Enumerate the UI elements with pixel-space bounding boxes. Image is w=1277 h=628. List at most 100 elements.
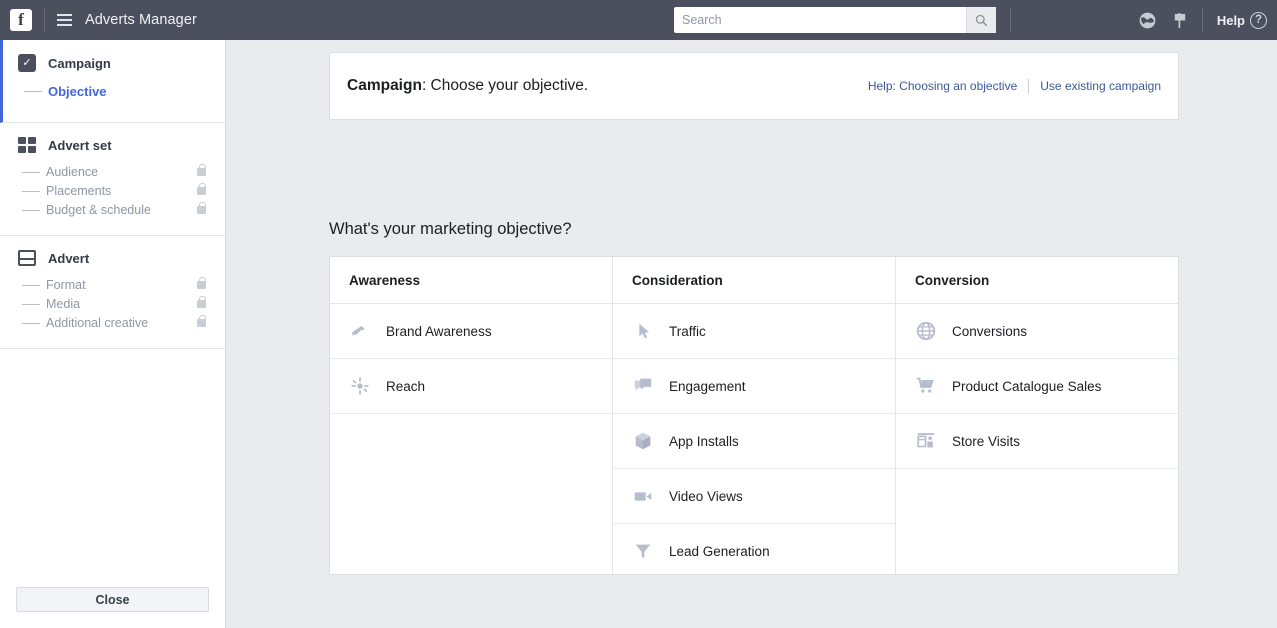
checkbox-checked-icon: ✓ [18, 54, 36, 72]
lock-icon [197, 164, 206, 176]
objective-app-installs[interactable]: App Installs [613, 414, 895, 469]
objective-conversions[interactable]: Conversions [896, 304, 1178, 359]
hamburger-menu-icon[interactable] [57, 14, 72, 26]
advert-layout-icon [18, 250, 36, 266]
help-button[interactable]: Help ? [1216, 11, 1267, 29]
facebook-logo[interactable]: f [10, 9, 32, 31]
cube-icon [632, 430, 654, 452]
flag-icon[interactable] [1171, 11, 1188, 30]
objectives-table: Awareness Brand Awareness Reach Consider… [329, 256, 1179, 579]
tree-connector [22, 303, 40, 305]
globe-icon[interactable] [1138, 11, 1157, 30]
objective-label: Product Catalogue Sales [952, 378, 1102, 394]
lock-icon [197, 296, 206, 308]
sidebar-sublist: Audience Placements Budget & schedule [0, 163, 225, 235]
objective-video-views[interactable]: Video Views [613, 469, 895, 524]
objective-label: Engagement [669, 378, 746, 394]
cursor-icon [632, 320, 654, 342]
sidebar-block-title: Campaign [48, 55, 111, 71]
objective-reach[interactable]: Reach [330, 359, 612, 414]
sidebar-item-label: Additional creative [46, 316, 149, 330]
page-title: What's your marketing objective? [329, 220, 572, 238]
use-existing-campaign-link[interactable]: Use existing campaign [1040, 79, 1161, 93]
sidebar-item-audience[interactable]: Audience [0, 163, 225, 181]
objective-label: Conversions [952, 323, 1028, 339]
sidebar-item-objective[interactable]: Objective [3, 82, 225, 100]
tree-connector [22, 190, 40, 192]
divider [1028, 78, 1030, 94]
sidebar-item-label: Format [46, 278, 86, 292]
grid-icon [18, 137, 36, 153]
sidebar-item-budget-schedule[interactable]: Budget & schedule [0, 201, 225, 219]
objective-column-conversion: Conversion Conversions Product Catalogue… [896, 257, 1178, 574]
sidebar-item-advert[interactable]: Advert [0, 236, 225, 276]
objective-traffic[interactable]: Traffic [613, 304, 895, 359]
top-bar-right-actions: Help ? [1138, 0, 1267, 40]
search-bar[interactable] [674, 7, 996, 33]
sidebar: ✓ Campaign Objective Advert set Audience… [0, 40, 226, 628]
sidebar-block-advert: Advert Format Media Additional creative [0, 236, 225, 349]
column-header: Conversion [896, 257, 1178, 304]
objective-label: Traffic [669, 323, 706, 339]
objective-label: Lead Generation [669, 543, 770, 559]
sidebar-footer: Close [0, 587, 225, 628]
sidebar-item-label: Placements [46, 184, 112, 198]
main-content: Campaign: Choose your objective. Help: C… [226, 40, 1277, 628]
globe-icon [915, 320, 937, 342]
sidebar-item-media[interactable]: Media [0, 295, 225, 313]
sidebar-block-advert-set: Advert set Audience Placements Budget & … [0, 123, 225, 236]
tree-connector [22, 322, 40, 324]
divider [44, 8, 45, 32]
app-title: Adverts Manager [85, 12, 197, 28]
page-body: ✓ Campaign Objective Advert set Audience… [0, 40, 1277, 628]
campaign-label: Campaign [347, 77, 422, 94]
campaign-header-panel: Campaign: Choose your objective. Help: C… [329, 52, 1179, 120]
sidebar-block-title: Advert set [48, 137, 112, 153]
sidebar-item-format[interactable]: Format [0, 276, 225, 294]
objective-lead-generation[interactable]: Lead Generation [613, 524, 895, 579]
speech-bubbles-icon [632, 375, 654, 397]
sidebar-item-campaign[interactable]: ✓ Campaign [3, 40, 225, 82]
tree-connector [22, 171, 40, 173]
video-camera-icon [632, 485, 654, 507]
objective-label: Video Views [669, 488, 743, 504]
divider [1010, 8, 1011, 32]
objective-label: Brand Awareness [386, 323, 492, 339]
sidebar-sublist: Format Media Additional creative [0, 276, 225, 348]
tree-connector [22, 284, 40, 286]
top-navigation-bar: f Adverts Manager Help [0, 0, 1277, 40]
objective-label: Store Visits [952, 433, 1021, 449]
objective-label: Reach [386, 378, 426, 394]
campaign-header-links: Help: Choosing an objective Use existing… [868, 78, 1161, 94]
objective-product-catalogue-sales[interactable]: Product Catalogue Sales [896, 359, 1178, 414]
column-header: Consideration [613, 257, 895, 304]
column-header: Awareness [330, 257, 612, 304]
sidebar-item-additional-creative[interactable]: Additional creative [0, 314, 225, 332]
objective-column-awareness: Awareness Brand Awareness Reach [330, 257, 613, 574]
question-mark-icon: ? [1250, 11, 1267, 29]
objective-store-visits[interactable]: Store Visits [896, 414, 1178, 469]
objective-brand-awareness[interactable]: Brand Awareness [330, 304, 612, 359]
megaphone-icon [349, 320, 371, 342]
storefront-icon [915, 430, 937, 452]
sidebar-item-label: Media [46, 297, 81, 311]
tree-connector [22, 209, 40, 211]
lock-icon [197, 202, 206, 214]
objective-engagement[interactable]: Engagement [613, 359, 895, 414]
help-label: Help [1216, 12, 1245, 28]
help-choosing-objective-link[interactable]: Help: Choosing an objective [868, 79, 1017, 93]
close-button[interactable]: Close [16, 587, 209, 612]
sidebar-block-title: Advert [48, 250, 90, 266]
lock-icon [197, 315, 206, 327]
sidebar-item-placements[interactable]: Placements [0, 182, 225, 200]
funnel-icon [632, 540, 654, 562]
objective-label: App Installs [669, 433, 739, 449]
sidebar-item-advert-set[interactable]: Advert set [0, 123, 225, 163]
campaign-header-title: Campaign: Choose your objective. [347, 77, 588, 95]
sidebar-item-label: Objective [48, 83, 107, 99]
search-input[interactable] [674, 7, 966, 33]
sidebar-item-label: Audience [46, 165, 99, 179]
search-icon[interactable] [966, 7, 996, 33]
sidebar-item-label: Budget & schedule [46, 203, 151, 217]
objective-column-consideration: Consideration Traffic Engagement App Ins… [613, 257, 896, 579]
